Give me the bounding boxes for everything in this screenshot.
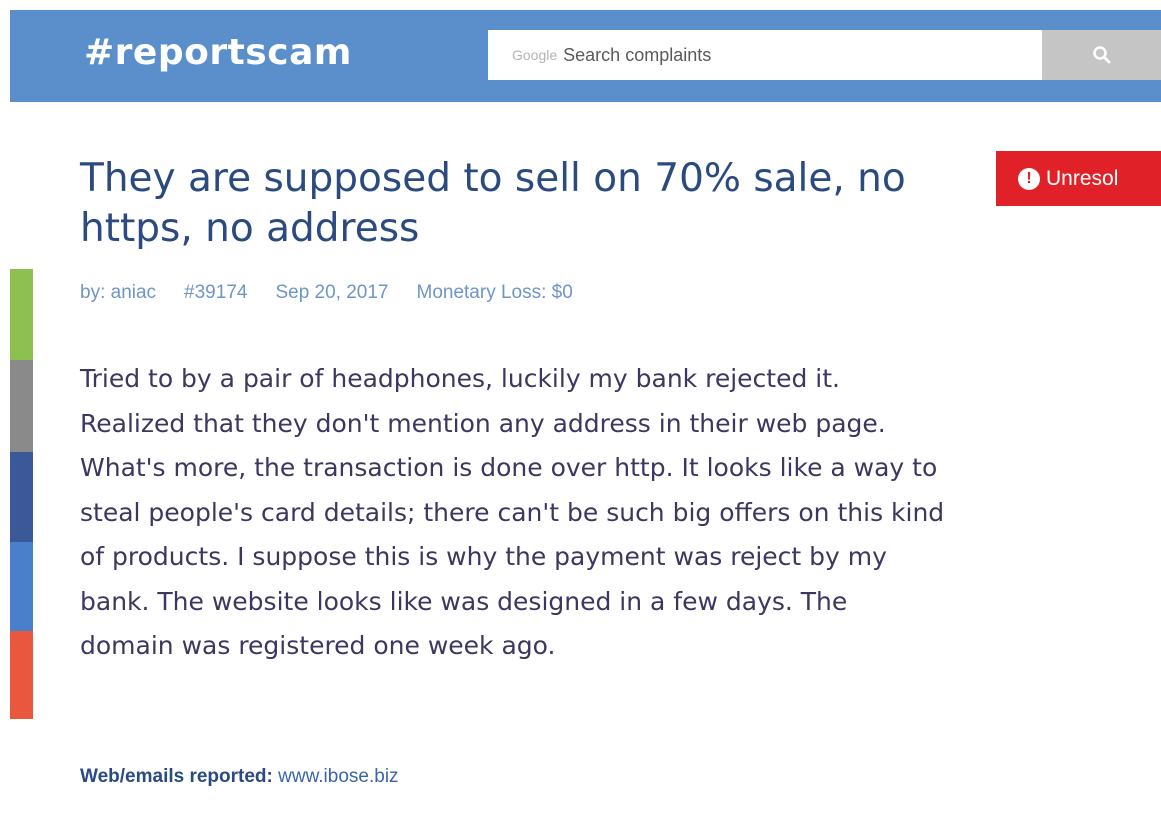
complaint-title: They are supposed to sell on 70% sale, n…: [80, 156, 906, 251]
reported-label: Web/emails reported:: [80, 766, 273, 787]
body-line: What's more, the transaction is done ove…: [80, 453, 938, 482]
complaint-meta: by: aniac #39174 Sep 20, 2017 Monetary L…: [80, 282, 601, 304]
complaint-body: Tried to by a pair of headphones, luckil…: [80, 357, 1160, 669]
reported-website-link[interactable]: www.ibose.biz: [278, 766, 398, 787]
body-line: domain was registered one week ago.: [80, 631, 556, 660]
share-button-gray[interactable]: [10, 360, 33, 452]
share-button-green[interactable]: [10, 269, 33, 360]
share-button-facebook[interactable]: [10, 452, 33, 542]
site-header: #reportscam Google Search complaints: [10, 10, 1161, 102]
search-button[interactable]: [1042, 30, 1161, 80]
author-link[interactable]: by: aniac: [80, 282, 156, 304]
status-badge: ! Unresol: [996, 151, 1161, 206]
body-line: Tried to by a pair of headphones, luckil…: [80, 364, 840, 393]
body-line: Realized that they don't mention any add…: [80, 408, 886, 438]
body-line: of products. I suppose this is why the p…: [80, 542, 887, 571]
complaint-id[interactable]: #39174: [184, 282, 247, 304]
search-icon: [1092, 46, 1110, 64]
google-brand-mark: Google: [512, 47, 558, 63]
status-label: Unresol: [1046, 166, 1119, 190]
complaint-date: Sep 20, 2017: [275, 282, 389, 303]
exclamation-icon: !: [1018, 167, 1040, 190]
body-line: steal people's card details; there can't…: [80, 497, 945, 527]
body-line: bank. The website looks like was designe…: [80, 586, 848, 616]
search-placeholder: Search complaints: [563, 44, 712, 65]
monetary-loss: Monetary Loss: $0: [416, 282, 573, 303]
reported-websites: Web/emails reported: www.ibose.biz: [80, 766, 399, 788]
share-button-blue[interactable]: [10, 542, 33, 631]
share-button-red[interactable]: [10, 631, 33, 719]
site-logo[interactable]: #reportscam: [84, 32, 352, 73]
share-bar: [10, 269, 33, 719]
search-input[interactable]: Google Search complaints: [488, 30, 1042, 80]
